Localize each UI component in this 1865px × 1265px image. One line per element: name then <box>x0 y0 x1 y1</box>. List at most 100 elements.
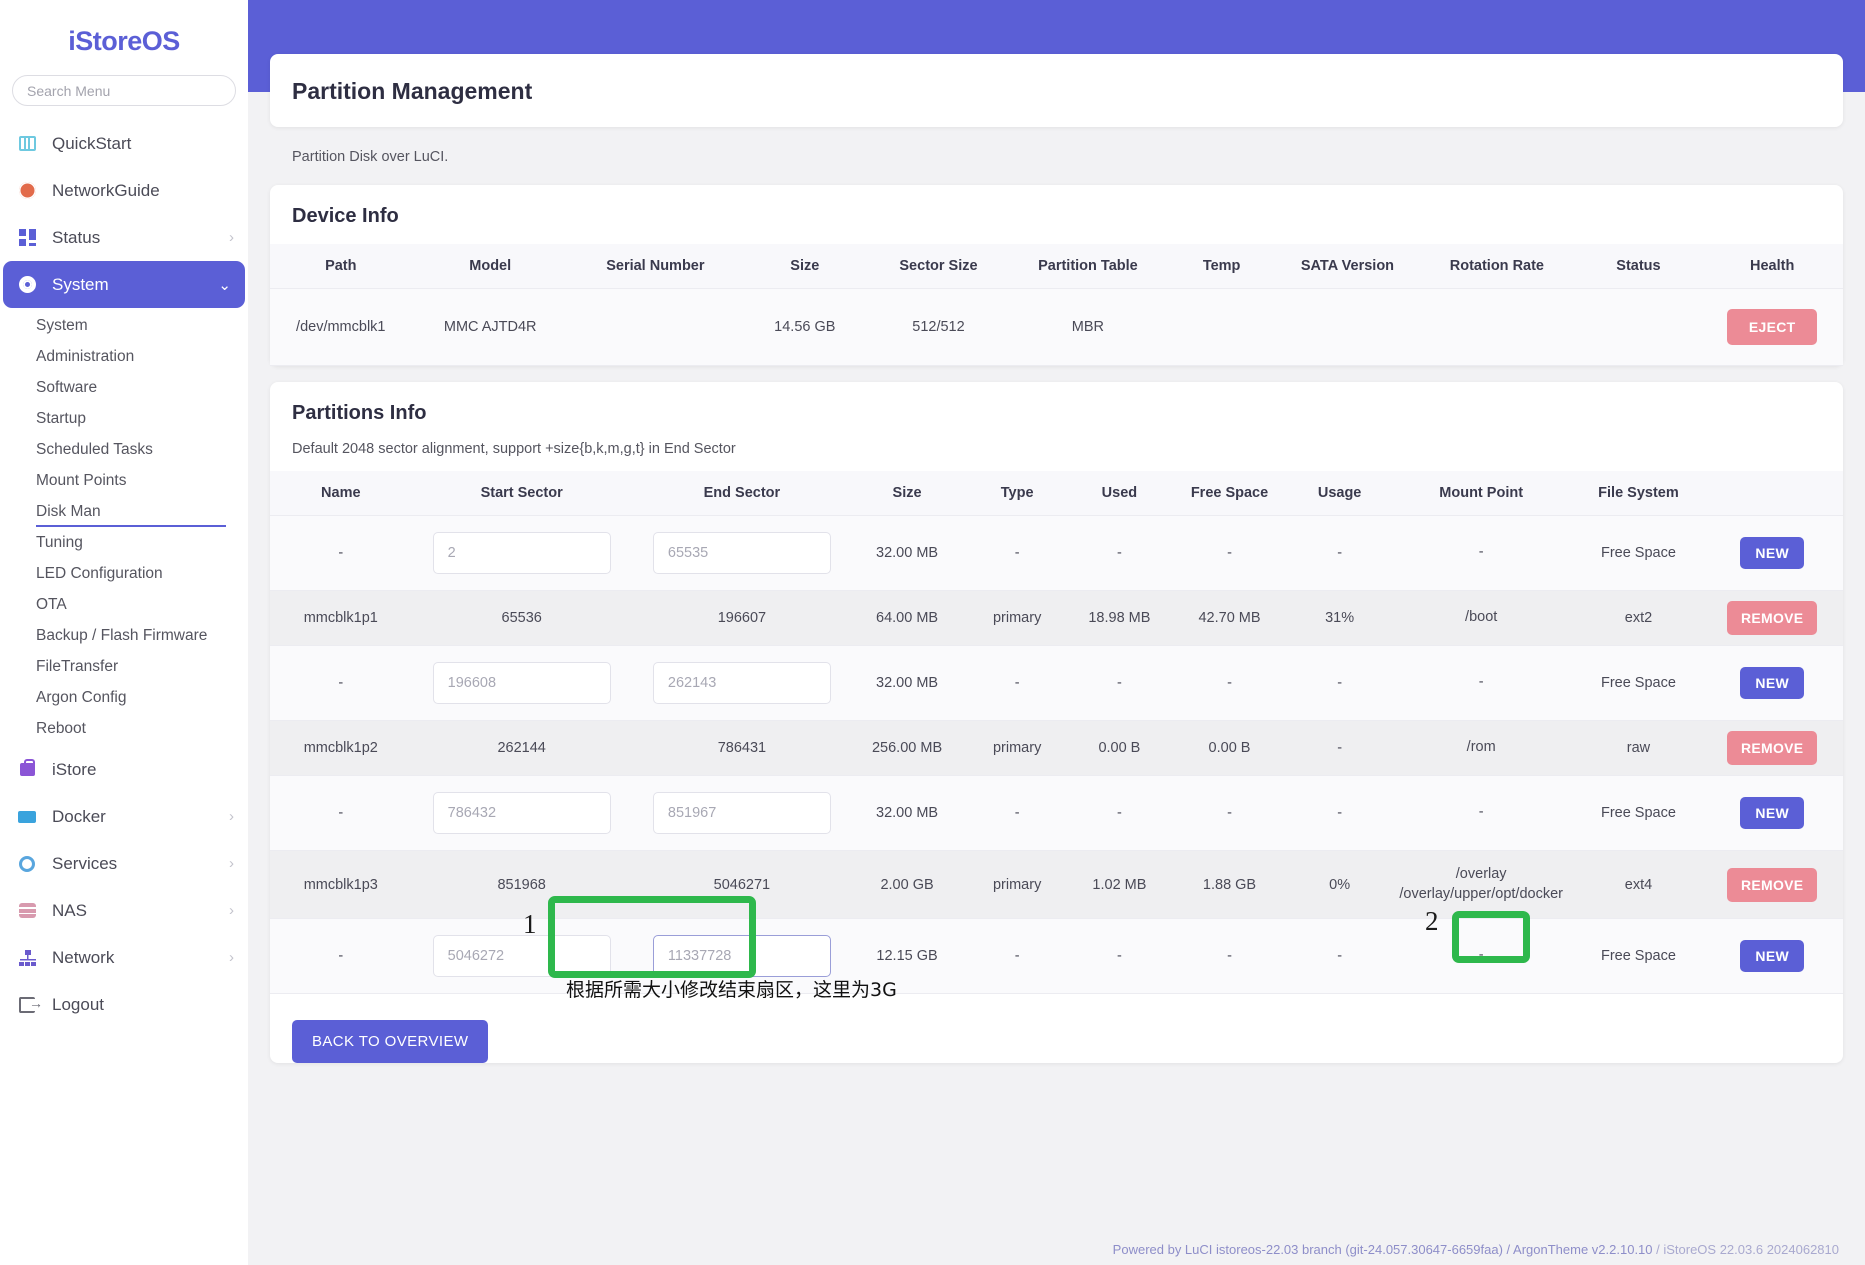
table-row: /dev/mmcblk1 MMC AJTD4R 14.56 GB 512/512 MBR… <box>270 288 1843 366</box>
sidebar-subitem-startup[interactable]: Startup <box>0 403 248 434</box>
table-row: - 32.00 MB - - - - - Free Space NEW <box>270 775 1843 851</box>
new-partition-button[interactable]: NEW <box>1740 797 1804 829</box>
sidebar-item-networkguide[interactable]: NetworkGuide <box>0 167 248 214</box>
chevron-right-icon: › <box>229 902 234 919</box>
sidebar-item-istore[interactable]: iStore <box>0 746 248 793</box>
chevron-right-icon: › <box>229 229 234 246</box>
cell-rotation-rate <box>1418 289 1575 366</box>
status-icon <box>14 227 40 249</box>
sidebar-item-services[interactable]: Services › <box>0 840 248 887</box>
device-info-title: Device Info <box>292 205 399 227</box>
remove-partition-button[interactable]: REMOVE <box>1726 867 1818 902</box>
app-root: iStoreOS QuickStart NetworkGuide Status … <box>0 0 1865 1265</box>
column-header-action <box>1701 471 1843 516</box>
table-row: mmcblk1p1 65536 196607 64.00 MB primary 18.98… <box>270 590 1843 646</box>
cell-start-sector <box>412 646 632 721</box>
sidebar-subitem-tuning[interactable]: Tuning <box>0 527 248 558</box>
cell-name: - <box>338 805 344 821</box>
partitions-header-row: Name Start Sector End Sector Size Type Used Fr… <box>270 471 1843 516</box>
sidebar-subitem-ota[interactable]: OTA <box>0 589 248 620</box>
partitions-info-subtitle: Default 2048 sector alignment, support +… <box>292 441 736 457</box>
start-sector-input[interactable] <box>432 662 611 704</box>
logout-icon <box>14 994 43 1016</box>
sidebar-subitem-mount-points[interactable]: Mount Points <box>0 465 248 496</box>
cell-name: mmcblk1p3 <box>303 876 378 893</box>
column-header: Name <box>270 471 412 516</box>
sidebar-subitem-led-configuration[interactable]: LED Configuration <box>0 558 248 589</box>
sidebar-item-nas[interactable]: NAS › <box>0 887 248 934</box>
sidebar-item-network[interactable]: Network › <box>0 934 248 981</box>
main-area: Partition Management Partition Disk over… <box>248 0 1865 1265</box>
cell-name: mmcblk1p2 <box>303 740 378 756</box>
sidebar-item-label: Docker <box>52 806 106 826</box>
step-number-1: 1 <box>523 909 537 939</box>
column-header: Status <box>1575 244 1702 289</box>
column-header: Rotation Rate <box>1418 244 1576 289</box>
sidebar-subitem-reboot[interactable]: Reboot <box>0 713 248 744</box>
sidebar-item-logout[interactable]: Logout <box>0 981 248 1028</box>
end-sector-input[interactable] <box>652 935 831 978</box>
remove-partition-button[interactable]: REMOVE <box>1726 731 1818 765</box>
cell-used: - <box>1116 805 1122 821</box>
back-to-overview-button[interactable]: BACK TO OVERVIEW <box>292 1020 489 1064</box>
sidebar-subitem-argon-config[interactable]: Argon Config <box>0 682 248 713</box>
search-input[interactable] <box>12 75 236 106</box>
cell-model: MMC AJTD4R <box>443 319 537 335</box>
sidebar-item-label: NAS <box>52 900 87 920</box>
page-title-card: Partition Management <box>270 54 1843 127</box>
sidebar-subitem-backup-flash-firmware[interactable]: Backup / Flash Firmware <box>0 620 248 651</box>
column-header: Used <box>1072 471 1167 516</box>
cell-end-sector: 5046271 <box>713 876 771 893</box>
step-number-2: 2 <box>1425 906 1439 936</box>
sidebar-subitem-administration[interactable]: Administration <box>0 341 248 372</box>
docker-icon <box>14 806 40 828</box>
cell-name: mmcblk1p1 <box>303 610 378 626</box>
cell-usage: 31% <box>1325 610 1355 626</box>
sidebar-item-quickstart[interactable]: QuickStart <box>0 120 248 167</box>
remove-partition-button[interactable]: REMOVE <box>1726 601 1818 635</box>
cell-usage: - <box>1337 948 1343 965</box>
sidebar-subitem-disk-man[interactable]: Disk Man <box>0 496 248 527</box>
start-sector-input[interactable] <box>432 532 611 574</box>
cell-mount-point: /overlay /overlay/upper/opt/docker <box>1399 866 1563 902</box>
network-icon <box>14 947 40 969</box>
eject-button[interactable]: EJECT <box>1726 309 1818 345</box>
new-partition-button[interactable]: NEW <box>1740 940 1804 973</box>
device-info-body: /dev/mmcblk1 MMC AJTD4R 14.56 GB 512/512 MBR… <box>270 288 1843 366</box>
column-header: Health <box>1701 244 1843 289</box>
column-header: Partition Table <box>1009 244 1167 289</box>
cell-file-system: ext2 <box>1624 610 1653 626</box>
sidebar-subitem-software[interactable]: Software <box>0 372 248 403</box>
sidebar-item-status[interactable]: Status › <box>0 214 248 261</box>
end-sector-input[interactable] <box>652 532 831 574</box>
column-header: Serial Number <box>568 244 742 289</box>
cell-free-space: - <box>1227 948 1232 965</box>
cell-file-system: Free Space <box>1600 805 1676 821</box>
chevron-right-icon: › <box>229 855 234 872</box>
cell-free-space: 0.00 B <box>1208 740 1251 756</box>
sidebar: iStoreOS QuickStart NetworkGuide Status … <box>0 0 248 1265</box>
sidebar-subitem-filetransfer[interactable]: FileTransfer <box>0 651 248 682</box>
column-header: Temp <box>1166 244 1277 289</box>
cell-free-space: 42.70 MB <box>1198 610 1261 626</box>
sidebar-item-label: Status <box>52 227 101 247</box>
end-sector-input[interactable] <box>652 792 831 834</box>
primary-nav: QuickStart NetworkGuide Status › System … <box>0 116 248 1028</box>
sidebar-item-system[interactable]: System ⌄ <box>3 261 245 308</box>
sidebar-subitem-system[interactable]: System <box>0 310 248 341</box>
new-partition-button[interactable]: NEW <box>1740 537 1804 569</box>
annotation-note: 根据所需大小修改结束扇区，这里为3G <box>566 979 897 1001</box>
secondary-nav: iStore Docker › Services › NAS › Network › Logout <box>0 746 248 1028</box>
start-sector-input[interactable] <box>432 792 611 834</box>
end-sector-input[interactable] <box>652 662 831 704</box>
cell-used: 18.98 MB <box>1088 610 1151 626</box>
cell-mount-point: /rom <box>1466 739 1496 756</box>
start-sector-input[interactable] <box>432 935 611 978</box>
cell-mount-point: - <box>1478 947 1484 964</box>
new-partition-button[interactable]: NEW <box>1740 667 1804 699</box>
sidebar-subitem-scheduled-tasks[interactable]: Scheduled Tasks <box>0 434 248 465</box>
device-info-header-row: Path Model Serial Number Size Sector Size Par… <box>270 244 1843 289</box>
column-header: Usage <box>1292 471 1387 516</box>
sidebar-item-docker[interactable]: Docker › <box>0 793 248 840</box>
cell-type: primary <box>992 610 1042 626</box>
